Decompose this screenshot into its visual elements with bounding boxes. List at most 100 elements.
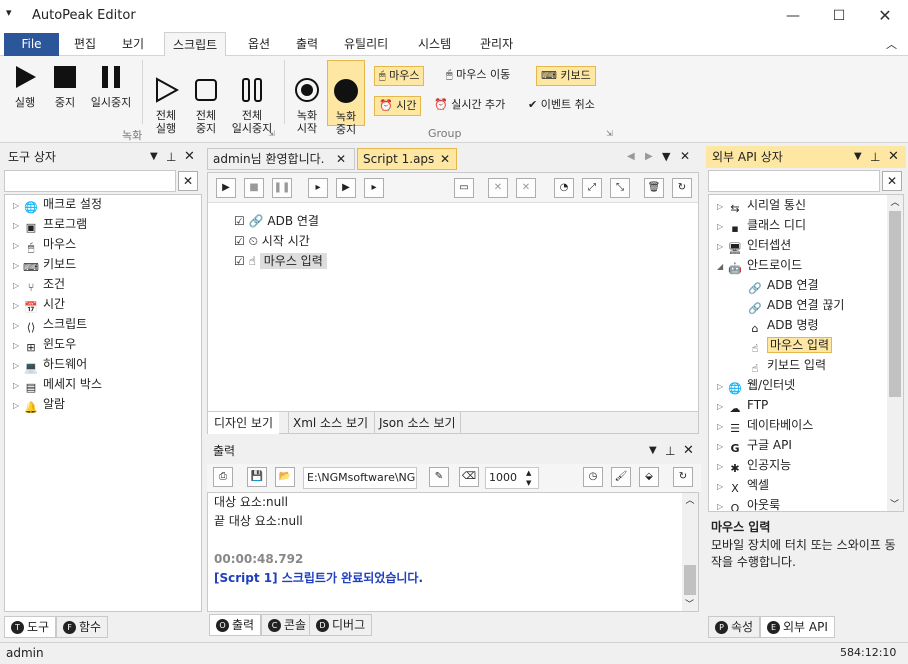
expand-icon[interactable]: ▷ bbox=[13, 316, 23, 336]
output-scrollbar[interactable]: ︿ ﹀ bbox=[682, 493, 698, 611]
tree-item-macro-settings[interactable]: ▷ 🌐 매크로 설정 bbox=[13, 194, 201, 214]
clock-icon[interactable]: ◷ bbox=[583, 467, 603, 487]
scrollbar-thumb[interactable] bbox=[684, 565, 696, 595]
checkbox[interactable]: ☑ bbox=[234, 234, 245, 248]
run-icon[interactable]: ▶ bbox=[216, 178, 236, 198]
api-item-adb-disconnect[interactable]: 🔗 ADB 연결 끊기 bbox=[717, 295, 903, 315]
stop-button[interactable]: 중지 bbox=[48, 64, 82, 109]
api-item-mouse-input[interactable]: ☝ 마우스 입력 bbox=[717, 335, 903, 355]
editor-tab-script1[interactable]: Script 1.aps ✕ bbox=[357, 148, 457, 170]
delete-all-icon[interactable]: ✕ bbox=[516, 178, 536, 198]
expand-icon[interactable]: ▷ bbox=[717, 417, 727, 437]
scroll-left-icon[interactable]: ◀ bbox=[627, 151, 635, 162]
ribbon-collapse-icon[interactable]: ︿ bbox=[886, 36, 897, 52]
clear-brush-icon[interactable]: ✎ bbox=[429, 467, 449, 487]
tree-item-script[interactable]: ▷ ⟨⟩ 스크립트 bbox=[13, 314, 201, 334]
api-item-interception[interactable]: ▷ 🖥 인터셉션 bbox=[717, 235, 903, 255]
script-node-mouse-input[interactable]: ☑ ☝ 마우스 입력 bbox=[234, 251, 327, 271]
tab-xml-view[interactable]: Xml 소스 보기 bbox=[288, 412, 372, 434]
script-node-start-time[interactable]: ☑ ⏲ 시작 시간 bbox=[234, 231, 310, 251]
refresh-icon[interactable]: ↻ bbox=[672, 178, 692, 198]
dropdown-icon[interactable]: ▼ bbox=[150, 146, 158, 168]
menu-view[interactable]: 보기 bbox=[114, 32, 152, 56]
expand-icon[interactable]: ▷ bbox=[717, 377, 727, 397]
brush-icon[interactable]: 🖌 bbox=[611, 467, 631, 487]
tab-debug[interactable]: D 디버그 bbox=[309, 614, 373, 636]
clear-search-button[interactable]: ✕ bbox=[882, 171, 902, 191]
file-menu[interactable]: File bbox=[4, 33, 59, 56]
api-item-adb-command[interactable]: ⌂ ADB 명령 bbox=[717, 315, 903, 335]
expand-icon[interactable]: ▷ bbox=[717, 497, 727, 511]
realtime-add-toggle[interactable]: ⏰ 실시간 추가 bbox=[430, 96, 509, 116]
checkbox[interactable]: ☑ bbox=[234, 254, 245, 268]
tab-list-icon[interactable]: ▼ bbox=[662, 150, 670, 163]
tree-item-time[interactable]: ▷ 📅 시간 bbox=[13, 294, 201, 314]
system-menu-icon[interactable]: ▾ bbox=[6, 6, 12, 19]
new-file-icon[interactable]: ⎙ bbox=[213, 467, 233, 487]
expand-icon[interactable]: ▷ bbox=[13, 256, 23, 276]
api-item-keyboard-input[interactable]: ☝ 키보드 입력 bbox=[717, 355, 903, 375]
pin-icon[interactable]: ⊥ bbox=[166, 146, 176, 168]
tab-properties[interactable]: P 속성 bbox=[708, 616, 761, 638]
scroll-up-icon[interactable]: ︿ bbox=[682, 493, 698, 506]
menu-system[interactable]: 시스템 bbox=[410, 32, 459, 56]
tab-json-view[interactable]: Json 소스 보기 bbox=[374, 412, 461, 434]
run-all-button[interactable]: 전체 실행 bbox=[148, 64, 184, 148]
tree-item-program[interactable]: ▷ ▣ 프로그램 bbox=[13, 214, 201, 234]
expand-icon[interactable]: ▷ bbox=[717, 397, 727, 417]
clear-search-button[interactable]: ✕ bbox=[178, 171, 198, 191]
mouse-move-toggle[interactable]: 🖱 마우스 이동 bbox=[442, 66, 514, 86]
expand-icon[interactable]: ▷ bbox=[13, 376, 23, 396]
tab-functions[interactable]: F 함수 bbox=[56, 616, 109, 638]
expand-icon[interactable]: ▷ bbox=[717, 197, 727, 217]
dialog-launcher-icon[interactable]: ⇲ bbox=[606, 129, 613, 138]
dropdown-icon[interactable]: ▼ bbox=[854, 146, 862, 168]
pause-button[interactable]: 일시중지 bbox=[86, 64, 136, 109]
tree-item-alarm[interactable]: ▷ 🔔 알람 bbox=[13, 394, 201, 414]
record-start-button[interactable]: 녹화 시작 bbox=[290, 64, 324, 148]
close-tab-icon[interactable]: ✕ bbox=[440, 149, 450, 169]
expand-icon[interactable]: ▷ bbox=[13, 216, 23, 236]
tree-item-hardware[interactable]: ▷ 💻 하드웨어 bbox=[13, 354, 201, 374]
api-item-serial[interactable]: ▷ ⇆ 시리얼 통신 bbox=[717, 195, 903, 215]
dropdown-icon[interactable]: ▼ bbox=[649, 440, 657, 462]
close-button[interactable]: ✕ bbox=[862, 0, 908, 32]
expand-icon[interactable]: ▷ bbox=[717, 457, 727, 477]
api-item-web[interactable]: ▷ 🌐 웹/인터넷 bbox=[717, 375, 903, 395]
minimize-button[interactable]: — bbox=[770, 0, 816, 32]
expand-icon[interactable]: ▷ bbox=[717, 217, 727, 237]
api-item-outlook[interactable]: ▷ O 아웃룩 bbox=[717, 495, 903, 511]
tree-item-window[interactable]: ▷ ⊞ 윈도우 bbox=[13, 334, 201, 354]
scroll-down-icon[interactable]: ﹀ bbox=[685, 597, 694, 610]
close-icon[interactable]: ✕ bbox=[888, 146, 899, 168]
tab-design-view[interactable]: 디자인 보기 bbox=[208, 412, 280, 434]
dialog-launcher-icon[interactable]: ⇲ bbox=[268, 129, 275, 138]
image-icon[interactable]: ▭ bbox=[454, 178, 474, 198]
paint-bucket-icon[interactable]: ⬙ bbox=[639, 467, 659, 487]
tab-console[interactable]: C 콘솔 bbox=[261, 614, 314, 636]
close-tab-icon[interactable]: ✕ bbox=[336, 149, 346, 169]
close-icon[interactable]: ✕ bbox=[184, 146, 195, 168]
tree-item-message-box[interactable]: ▷ ▤ 메세지 박스 bbox=[13, 374, 201, 394]
api-item-class-dd[interactable]: ▷ ▪ 클래스 디디 bbox=[717, 215, 903, 235]
time-record-toggle[interactable]: ⏰ 시간 bbox=[374, 96, 422, 116]
api-item-google[interactable]: ▷ G 구글 API bbox=[717, 435, 903, 455]
expand-icon[interactable]: ▷ bbox=[13, 356, 23, 376]
close-editor-icon[interactable]: ✕ bbox=[680, 149, 690, 163]
menu-options[interactable]: 옵션 bbox=[240, 32, 278, 56]
eraser-icon[interactable]: ⌫ bbox=[459, 467, 479, 487]
event-cancel-toggle[interactable]: ✔ 이벤트 취소 bbox=[524, 96, 599, 116]
api-item-ftp[interactable]: ▷ ☁ FTP bbox=[717, 395, 903, 415]
mouse-record-toggle[interactable]: 🖱 마우스 bbox=[374, 66, 425, 86]
scroll-up-icon[interactable]: ︿ bbox=[887, 195, 903, 208]
line-limit-stepper[interactable]: 1000 ▲ ▼ bbox=[485, 467, 539, 489]
folder-icon[interactable]: 📂 bbox=[275, 467, 295, 487]
api-search-input[interactable] bbox=[708, 170, 880, 192]
stop-all-button[interactable]: 전체 중지 bbox=[188, 64, 224, 148]
api-item-excel[interactable]: ▷ X 엑셀 bbox=[717, 475, 903, 495]
run-button[interactable]: 실행 bbox=[8, 64, 42, 109]
save-icon[interactable]: 💾 bbox=[247, 467, 267, 487]
menu-utility[interactable]: 유틸리티 bbox=[336, 32, 396, 56]
tab-output[interactable]: O 출력 bbox=[209, 614, 262, 636]
pin-icon[interactable]: ⊥ bbox=[665, 440, 675, 462]
